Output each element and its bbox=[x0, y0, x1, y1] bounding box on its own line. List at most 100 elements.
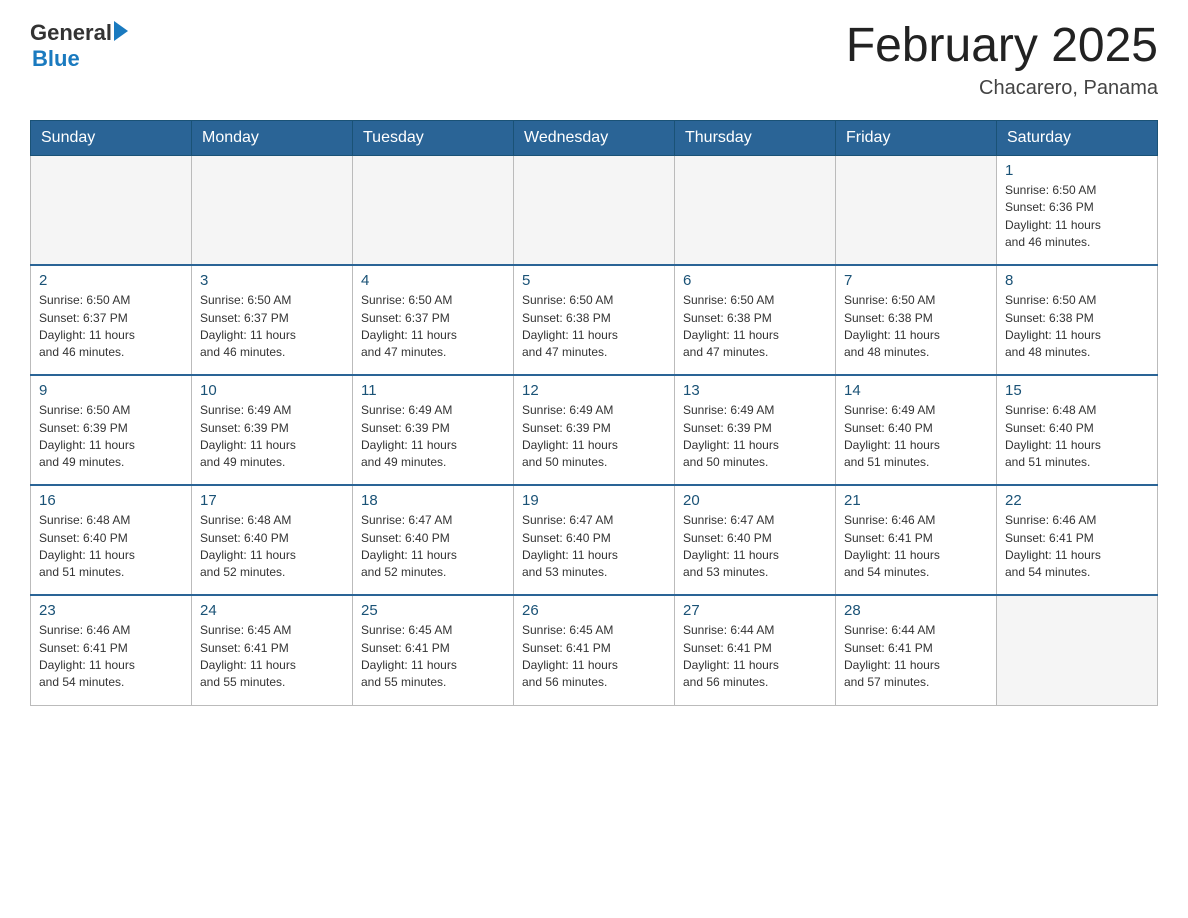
calendar-week-row: 23 Sunrise: 6:46 AM Sunset: 6:41 PM Dayli… bbox=[31, 595, 1158, 705]
day-info-text: Sunrise: 6:46 AM Sunset: 6:41 PM Dayligh… bbox=[39, 622, 183, 692]
calendar-day-cell bbox=[675, 155, 836, 265]
logo-arrow-icon bbox=[114, 21, 128, 41]
logo-blue-text: Blue bbox=[32, 46, 128, 72]
day-info-text: Sunrise: 6:46 AM Sunset: 6:41 PM Dayligh… bbox=[844, 512, 988, 582]
calendar-day-cell: 16 Sunrise: 6:48 AM Sunset: 6:40 PM Dayli… bbox=[31, 485, 192, 595]
day-number: 8 bbox=[1005, 272, 1149, 289]
day-info-text: Sunrise: 6:46 AM Sunset: 6:41 PM Dayligh… bbox=[1005, 512, 1149, 582]
day-info-text: Sunrise: 6:48 AM Sunset: 6:40 PM Dayligh… bbox=[39, 512, 183, 582]
calendar-day-cell: 17Sunrise: 6:48 AM Sunset: 6:40 PM Dayli… bbox=[192, 485, 353, 595]
calendar-day-cell: 13 Sunrise: 6:49 AM Sunset: 6:39 PM Dayli… bbox=[675, 375, 836, 485]
day-number: 2 bbox=[39, 272, 183, 289]
calendar-day-cell: 20 Sunrise: 6:47 AM Sunset: 6:40 PM Dayli… bbox=[675, 485, 836, 595]
day-number: 23 bbox=[39, 602, 183, 619]
calendar-day-cell: 18 Sunrise: 6:47 AM Sunset: 6:40 PM Dayli… bbox=[353, 485, 514, 595]
calendar-title: February 2025 bbox=[846, 20, 1158, 73]
day-number: 7 bbox=[844, 272, 988, 289]
calendar-day-cell: 4Sunrise: 6:50 AM Sunset: 6:37 PM Daylig… bbox=[353, 265, 514, 375]
day-info-text: Sunrise: 6:44 AM Sunset: 6:41 PM Dayligh… bbox=[683, 622, 827, 692]
day-info-text: Sunrise: 6:50 AM Sunset: 6:37 PM Dayligh… bbox=[39, 292, 183, 362]
calendar-subtitle: Chacarero, Panama bbox=[846, 77, 1158, 100]
day-of-week-header: Tuesday bbox=[353, 120, 514, 155]
day-info-text: Sunrise: 6:49 AM Sunset: 6:39 PM Dayligh… bbox=[683, 402, 827, 472]
calendar-day-cell: 25 Sunrise: 6:45 AM Sunset: 6:41 PM Dayli… bbox=[353, 595, 514, 705]
calendar-day-cell: 11 Sunrise: 6:49 AM Sunset: 6:39 PM Dayli… bbox=[353, 375, 514, 485]
day-of-week-header: Thursday bbox=[675, 120, 836, 155]
day-info-text: Sunrise: 6:50 AM Sunset: 6:38 PM Dayligh… bbox=[522, 292, 666, 362]
day-info-text: Sunrise: 6:49 AM Sunset: 6:39 PM Dayligh… bbox=[200, 402, 344, 472]
day-number: 28 bbox=[844, 602, 988, 619]
logo: General Blue bbox=[30, 20, 128, 72]
day-info-text: Sunrise: 6:45 AM Sunset: 6:41 PM Dayligh… bbox=[361, 622, 505, 692]
title-area: February 2025 Chacarero, Panama bbox=[846, 20, 1158, 100]
calendar-day-cell: 26Sunrise: 6:45 AM Sunset: 6:41 PM Dayli… bbox=[514, 595, 675, 705]
day-of-week-header: Sunday bbox=[31, 120, 192, 155]
calendar-day-cell: 6 Sunrise: 6:50 AM Sunset: 6:38 PM Daylig… bbox=[675, 265, 836, 375]
day-info-text: Sunrise: 6:50 AM Sunset: 6:37 PM Dayligh… bbox=[200, 292, 344, 362]
day-of-week-header: Monday bbox=[192, 120, 353, 155]
day-number: 21 bbox=[844, 492, 988, 509]
day-of-week-header: Saturday bbox=[997, 120, 1158, 155]
calendar-week-row: 2 Sunrise: 6:50 AM Sunset: 6:37 PM Daylig… bbox=[31, 265, 1158, 375]
calendar-day-cell bbox=[836, 155, 997, 265]
day-number: 6 bbox=[683, 272, 827, 289]
calendar-day-cell: 23 Sunrise: 6:46 AM Sunset: 6:41 PM Dayli… bbox=[31, 595, 192, 705]
calendar-day-cell: 27 Sunrise: 6:44 AM Sunset: 6:41 PM Dayli… bbox=[675, 595, 836, 705]
day-info-text: Sunrise: 6:44 AM Sunset: 6:41 PM Dayligh… bbox=[844, 622, 988, 692]
day-number: 19 bbox=[522, 492, 666, 509]
logo-general-text: General bbox=[30, 20, 112, 46]
day-info-text: Sunrise: 6:47 AM Sunset: 6:40 PM Dayligh… bbox=[683, 512, 827, 582]
calendar-day-cell bbox=[514, 155, 675, 265]
day-info-text: Sunrise: 6:50 AM Sunset: 6:39 PM Dayligh… bbox=[39, 402, 183, 472]
day-number: 17 bbox=[200, 492, 344, 509]
calendar-day-cell: 22 Sunrise: 6:46 AM Sunset: 6:41 PM Dayli… bbox=[997, 485, 1158, 595]
day-info-text: Sunrise: 6:49 AM Sunset: 6:39 PM Dayligh… bbox=[522, 402, 666, 472]
day-number: 16 bbox=[39, 492, 183, 509]
day-number: 27 bbox=[683, 602, 827, 619]
calendar-day-cell bbox=[997, 595, 1158, 705]
day-number: 10 bbox=[200, 382, 344, 399]
day-number: 4 bbox=[361, 272, 505, 289]
calendar-day-cell: 2 Sunrise: 6:50 AM Sunset: 6:37 PM Daylig… bbox=[31, 265, 192, 375]
day-info-text: Sunrise: 6:49 AM Sunset: 6:40 PM Dayligh… bbox=[844, 402, 988, 472]
calendar-day-cell: 7Sunrise: 6:50 AM Sunset: 6:38 PM Daylig… bbox=[836, 265, 997, 375]
day-number: 14 bbox=[844, 382, 988, 399]
day-number: 22 bbox=[1005, 492, 1149, 509]
calendar-day-cell bbox=[353, 155, 514, 265]
calendar-day-cell: 8 Sunrise: 6:50 AM Sunset: 6:38 PM Daylig… bbox=[997, 265, 1158, 375]
calendar-week-row: 9 Sunrise: 6:50 AM Sunset: 6:39 PM Daylig… bbox=[31, 375, 1158, 485]
calendar-day-cell: 19Sunrise: 6:47 AM Sunset: 6:40 PM Dayli… bbox=[514, 485, 675, 595]
day-number: 18 bbox=[361, 492, 505, 509]
day-info-text: Sunrise: 6:50 AM Sunset: 6:38 PM Dayligh… bbox=[1005, 292, 1149, 362]
day-info-text: Sunrise: 6:50 AM Sunset: 6:36 PM Dayligh… bbox=[1005, 182, 1149, 252]
calendar-day-cell bbox=[31, 155, 192, 265]
calendar-header-row: SundayMondayTuesdayWednesdayThursdayFrid… bbox=[31, 120, 1158, 155]
day-number: 26 bbox=[522, 602, 666, 619]
day-number: 25 bbox=[361, 602, 505, 619]
day-number: 12 bbox=[522, 382, 666, 399]
calendar-week-row: 16 Sunrise: 6:48 AM Sunset: 6:40 PM Dayli… bbox=[31, 485, 1158, 595]
calendar-day-cell: 14 Sunrise: 6:49 AM Sunset: 6:40 PM Dayli… bbox=[836, 375, 997, 485]
day-number: 24 bbox=[200, 602, 344, 619]
page-header: General Blue February 2025 Chacarero, Pa… bbox=[30, 20, 1158, 100]
day-info-text: Sunrise: 6:48 AM Sunset: 6:40 PM Dayligh… bbox=[1005, 402, 1149, 472]
day-info-text: Sunrise: 6:50 AM Sunset: 6:38 PM Dayligh… bbox=[683, 292, 827, 362]
day-number: 20 bbox=[683, 492, 827, 509]
calendar-day-cell bbox=[192, 155, 353, 265]
day-info-text: Sunrise: 6:49 AM Sunset: 6:39 PM Dayligh… bbox=[361, 402, 505, 472]
calendar-day-cell: 5 Sunrise: 6:50 AM Sunset: 6:38 PM Daylig… bbox=[514, 265, 675, 375]
day-number: 1 bbox=[1005, 162, 1149, 179]
calendar-day-cell: 21 Sunrise: 6:46 AM Sunset: 6:41 PM Dayli… bbox=[836, 485, 997, 595]
day-number: 5 bbox=[522, 272, 666, 289]
day-of-week-header: Wednesday bbox=[514, 120, 675, 155]
day-info-text: Sunrise: 6:47 AM Sunset: 6:40 PM Dayligh… bbox=[361, 512, 505, 582]
day-number: 13 bbox=[683, 382, 827, 399]
day-number: 9 bbox=[39, 382, 183, 399]
day-number: 11 bbox=[361, 382, 505, 399]
calendar-table: SundayMondayTuesdayWednesdayThursdayFrid… bbox=[30, 120, 1158, 706]
calendar-day-cell: 15 Sunrise: 6:48 AM Sunset: 6:40 PM Dayli… bbox=[997, 375, 1158, 485]
day-number: 15 bbox=[1005, 382, 1149, 399]
calendar-day-cell: 12 Sunrise: 6:49 AM Sunset: 6:39 PM Dayli… bbox=[514, 375, 675, 485]
calendar-day-cell: 3 Sunrise: 6:50 AM Sunset: 6:37 PM Daylig… bbox=[192, 265, 353, 375]
day-number: 3 bbox=[200, 272, 344, 289]
